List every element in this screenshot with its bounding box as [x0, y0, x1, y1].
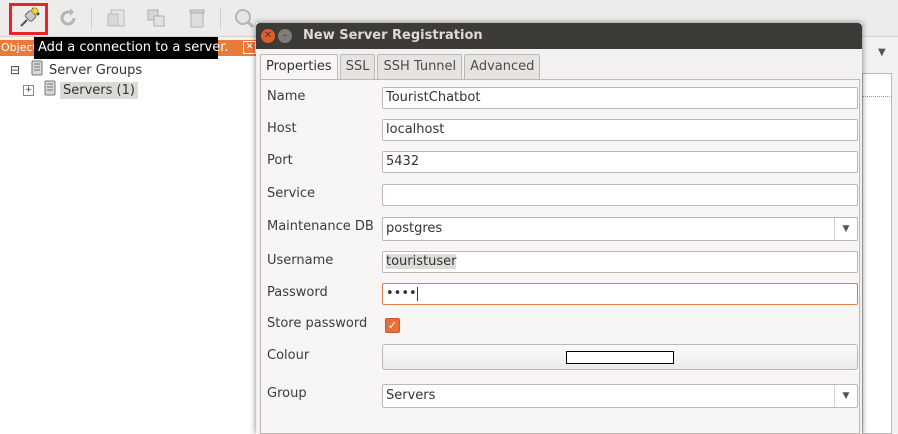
username-field[interactable]: touristuser — [382, 251, 858, 273]
collapse-icon[interactable]: ⊟ — [9, 64, 21, 76]
maintenance-db-label: Maintenance DB — [267, 219, 374, 234]
right-panel-frame — [862, 73, 892, 434]
minimize-window-button[interactable]: – — [278, 29, 292, 43]
expand-icon[interactable]: + — [23, 84, 34, 96]
properties-panel: Name TouristChatbot Host localhost Port … — [260, 79, 860, 434]
group-label: Group — [267, 386, 307, 401]
tree-item-servers[interactable]: + Servers (1) — [23, 80, 138, 100]
dialog-tabs: Properties SSL SSH Tunnel Advanced — [260, 54, 542, 81]
group-value: Servers — [386, 388, 436, 403]
chevron-down-icon[interactable]: ▼ — [834, 385, 857, 407]
properties-icon[interactable] — [104, 5, 130, 31]
maintenance-db-value: postgres — [386, 221, 443, 236]
store-password-label: Store password — [267, 316, 368, 331]
port-label: Port — [267, 153, 293, 168]
tab-properties[interactable]: Properties — [260, 54, 338, 81]
create-object-icon[interactable] — [143, 5, 169, 31]
colour-swatch — [566, 351, 674, 364]
dialog-title: New Server Registration — [303, 28, 483, 43]
refresh-icon[interactable] — [55, 5, 81, 31]
colour-picker-button[interactable] — [382, 344, 858, 370]
username-label: Username — [267, 253, 334, 268]
password-label: Password — [267, 285, 328, 300]
server-group-icon — [31, 60, 43, 80]
toolbar-highlight — [9, 3, 48, 35]
name-field[interactable]: TouristChatbot — [382, 87, 858, 109]
object-browser-panel: Object ✕ ⊟ Server Groups + Servers (1) — [0, 40, 256, 434]
tree-item-server-groups[interactable]: ⊟ Server Groups — [9, 60, 142, 80]
password-value: •••• — [386, 286, 417, 301]
colour-label: Colour — [267, 348, 310, 363]
toolbar-separator — [220, 7, 221, 29]
view-data-icon[interactable] — [275, 5, 301, 23]
tooltip: Add a connection to a server. — [34, 37, 229, 59]
port-value: 5432 — [386, 154, 420, 169]
port-field[interactable]: 5432 — [382, 151, 858, 173]
dialog-titlebar[interactable]: ✕ – New Server Registration — [256, 23, 862, 49]
maintenance-db-combo[interactable]: postgres ▼ — [382, 217, 858, 241]
server-icon — [44, 80, 56, 100]
service-field[interactable] — [382, 184, 858, 206]
chevron-down-icon[interactable]: ▼ — [834, 218, 857, 240]
group-combo[interactable]: Servers ▼ — [382, 384, 858, 408]
panel-close-icon[interactable]: ✕ — [243, 41, 256, 54]
service-label: Service — [267, 186, 316, 201]
divider — [862, 96, 892, 97]
dropdown-arrow-icon[interactable]: ▼ — [878, 47, 886, 58]
sql-query-icon[interactable] — [231, 5, 257, 31]
name-value: TouristChatbot — [386, 90, 481, 105]
store-password-checkbox[interactable]: ✓ — [385, 318, 400, 333]
tab-ssh-tunnel[interactable]: SSH Tunnel — [377, 54, 463, 79]
host-value: localhost — [386, 122, 445, 137]
name-label: Name — [267, 89, 306, 104]
tree-label: Server Groups — [49, 62, 143, 78]
drop-object-icon[interactable] — [184, 5, 210, 31]
tab-advanced[interactable]: Advanced — [464, 54, 541, 79]
new-server-dialog: ✕ – New Server Registration Properties S… — [256, 23, 862, 434]
tree-label: Servers (1) — [60, 81, 138, 99]
toolbar-separator — [91, 7, 92, 29]
password-field[interactable]: •••• — [382, 283, 858, 305]
text-cursor — [416, 286, 418, 301]
username-value: touristuser — [386, 254, 457, 269]
close-window-button[interactable]: ✕ — [261, 29, 275, 43]
panel-tab-label: Object — [1, 41, 37, 54]
host-field[interactable]: localhost — [382, 119, 858, 141]
tab-ssl[interactable]: SSL — [339, 54, 376, 79]
host-label: Host — [267, 121, 297, 136]
